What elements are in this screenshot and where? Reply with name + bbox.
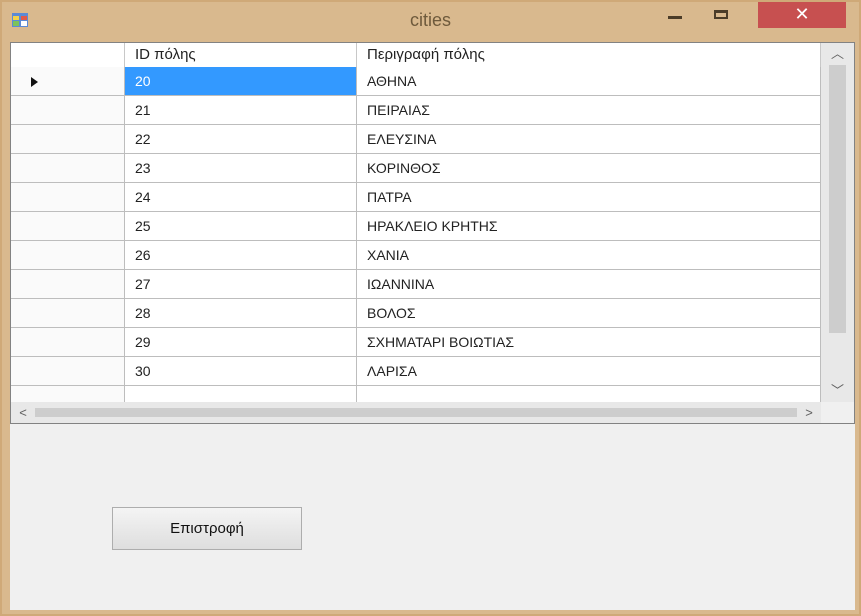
scrollbar-corner	[821, 402, 854, 423]
horizontal-scroll-thumb[interactable]	[35, 408, 797, 417]
table-row[interactable]: 26 ΧΑΝΙΑ	[11, 241, 821, 270]
city-id-cell[interactable]: 24	[125, 183, 357, 212]
city-description-cell[interactable]: ΠΕΙΡΑΙΑΣ	[357, 96, 821, 125]
grid-header-row: ID πόλης Περιγραφή πόλης	[11, 43, 821, 68]
row-header-cell[interactable]	[11, 154, 125, 183]
city-description-cell[interactable]: ΑΘΗΝΑ	[357, 67, 821, 96]
row-header-cell[interactable]	[11, 270, 125, 299]
close-icon: ✕	[794, 4, 810, 24]
table-row[interactable]: 20 ΑΘΗΝΑ	[11, 67, 821, 96]
row-header-cell[interactable]	[11, 299, 125, 328]
table-row[interactable]: 25 ΗΡΑΚΛΕΙΟ ΚΡΗΤΗΣ	[11, 212, 821, 241]
table-row[interactable]: 30 ΛΑΡΙΣΑ	[11, 357, 821, 386]
table-row[interactable]: 29 ΣΧΗΜΑΤΑΡΙ ΒΟΙΩΤΙΑΣ	[11, 328, 821, 357]
vertical-scrollbar[interactable]: ︿ ﹀	[821, 43, 854, 402]
city-id-cell[interactable]: 30	[125, 357, 357, 386]
row-header-cell[interactable]	[11, 328, 125, 357]
city-description-cell[interactable]: ΧΑΝΙΑ	[357, 241, 821, 270]
close-button[interactable]: ✕	[758, 2, 846, 28]
column-header-description[interactable]: Περιγραφή πόλης	[357, 43, 821, 67]
city-description-cell[interactable]: ΕΛΕΥΣΙΝΑ	[357, 125, 821, 154]
table-row[interactable]: 21 ΠΕΙΡΑΙΑΣ	[11, 96, 821, 125]
column-header-id[interactable]: ID πόλης	[125, 43, 357, 67]
table-row[interactable]: 28 ΒΟΛΟΣ	[11, 299, 821, 328]
city-description-cell[interactable]: ΗΡΑΚΛΕΙΟ ΚΡΗΤΗΣ	[357, 212, 821, 241]
table-row[interactable]: 23 ΚΟΡΙΝΘΟΣ	[11, 154, 821, 183]
minimize-button[interactable]	[654, 2, 694, 28]
row-header-cell[interactable]	[11, 357, 125, 386]
row-header-cell[interactable]	[11, 212, 125, 241]
city-id-cell[interactable]: 20	[125, 67, 357, 96]
city-id-cell[interactable]: 23	[125, 154, 357, 183]
return-button[interactable]: Επιστροφή	[112, 507, 302, 550]
city-id-cell[interactable]: 25	[125, 212, 357, 241]
city-id-cell[interactable]: 27	[125, 270, 357, 299]
header-corner-cell[interactable]	[11, 43, 125, 67]
city-description-cell[interactable]: ΚΟΡΙΝΘΟΣ	[357, 154, 821, 183]
table-row[interactable]: 24 ΠΑΤΡΑ	[11, 183, 821, 212]
city-id-cell[interactable]: 29	[125, 328, 357, 357]
cities-window: cities ✕ ID πόλης Περιγραφή πόλης 20 ΑΘΗΝ…	[0, 0, 861, 616]
table-row[interactable]: 22 ΕΛΕΥΣΙΝΑ	[11, 125, 821, 154]
scroll-right-icon[interactable]: >	[797, 402, 821, 423]
row-header-cell[interactable]	[11, 241, 125, 270]
scroll-up-icon[interactable]: ︿	[821, 43, 854, 65]
form-client-area: ID πόλης Περιγραφή πόλης 20 ΑΘΗΝΑ 21 ΠΕΙΡΑΙ…	[10, 42, 855, 610]
scroll-left-icon[interactable]: <	[11, 402, 35, 423]
city-description-cell[interactable]: ΠΑΤΡΑ	[357, 183, 821, 212]
current-row-arrow-icon	[31, 77, 38, 87]
maximize-button[interactable]	[702, 2, 742, 28]
city-description-cell[interactable]: ΛΑΡΙΣΑ	[357, 357, 821, 386]
city-id-cell[interactable]: 22	[125, 125, 357, 154]
city-description-cell[interactable]: ΒΟΛΟΣ	[357, 299, 821, 328]
row-header-cell[interactable]	[11, 67, 125, 96]
title-bar[interactable]: cities ✕	[2, 2, 859, 42]
row-header-cell[interactable]	[11, 183, 125, 212]
scroll-down-icon[interactable]: ﹀	[821, 380, 854, 402]
horizontal-scrollbar[interactable]: < >	[11, 402, 821, 423]
cities-data-grid[interactable]: ID πόλης Περιγραφή πόλης 20 ΑΘΗΝΑ 21 ΠΕΙΡΑΙ…	[10, 42, 855, 424]
city-id-cell[interactable]: 26	[125, 241, 357, 270]
city-id-cell[interactable]: 28	[125, 299, 357, 328]
table-row[interactable]: 27 ΙΩΑΝΝΙΝΑ	[11, 270, 821, 299]
row-header-cell[interactable]	[11, 96, 125, 125]
vertical-scroll-thumb[interactable]	[829, 65, 846, 333]
city-description-cell[interactable]: ΙΩΑΝΝΙΝΑ	[357, 270, 821, 299]
city-id-cell[interactable]: 21	[125, 96, 357, 125]
city-description-cell[interactable]: ΣΧΗΜΑΤΑΡΙ ΒΟΙΩΤΙΑΣ	[357, 328, 821, 357]
row-header-cell[interactable]	[11, 125, 125, 154]
